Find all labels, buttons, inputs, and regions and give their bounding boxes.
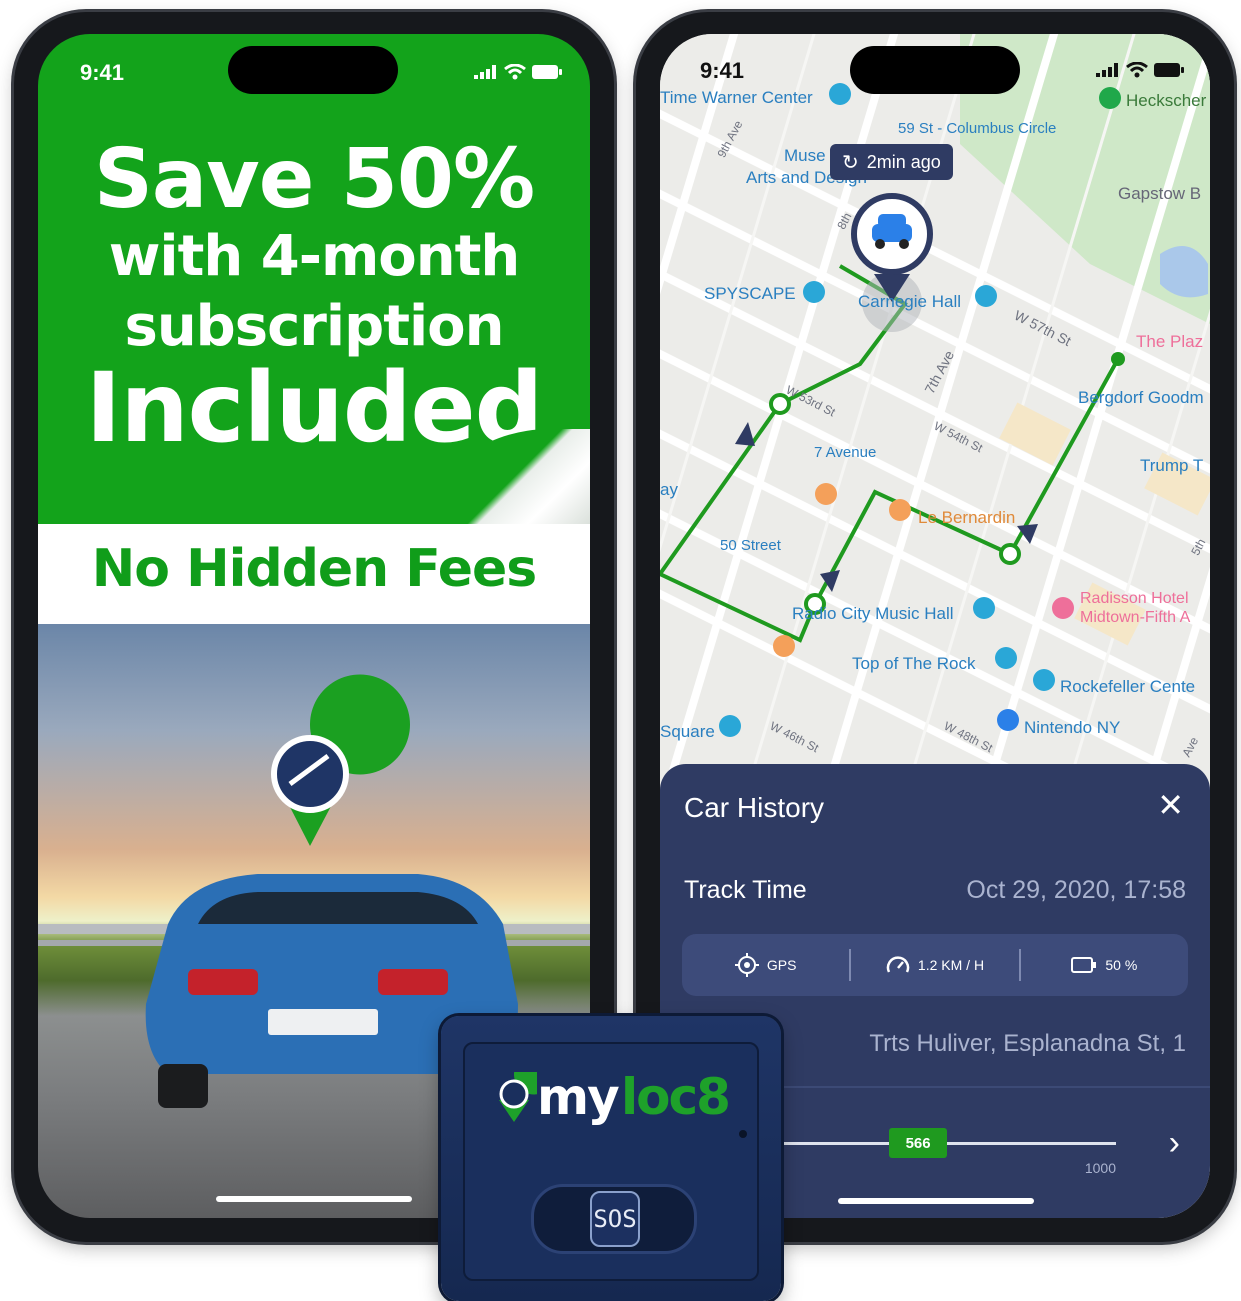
place-label[interactable]: Bergdorf Goodm (1078, 388, 1204, 408)
dynamic-island (228, 46, 398, 94)
place-label[interactable]: Nintendo NY (1024, 718, 1120, 738)
track-time-value: Oct 29, 2020, 17:58 (966, 876, 1186, 904)
cellular-signal-icon (474, 65, 496, 79)
speed-stat: 1.2 KM / H (851, 954, 1018, 976)
refresh-badge-label: 2min ago (866, 151, 941, 172)
brand-loc8: loc8 (621, 1068, 731, 1126)
battery-icon (532, 65, 562, 79)
refresh-icon: ↻ (842, 151, 859, 174)
battery-label: 50 % (1105, 957, 1138, 973)
status-time: 9:41 (700, 58, 745, 83)
brand-pin-icon (499, 1072, 537, 1122)
car-history-title: Car History (684, 792, 825, 823)
place-label[interactable]: Gapstow B (1118, 184, 1201, 204)
place-label[interactable]: Heckscher (1126, 91, 1206, 111)
promo-line-3: subscription (124, 294, 504, 359)
indicator-led (739, 1130, 747, 1138)
gps-stat: GPS (682, 953, 849, 977)
location-pin-icon (271, 674, 410, 846)
place-label[interactable]: Time Warner Center (660, 88, 813, 108)
stats-pill: GPS 1.2 KM / H 50 % (682, 934, 1188, 996)
track-time-label: Track Time (684, 876, 807, 904)
no-hidden-fees-banner: No Hidden Fees (91, 539, 537, 599)
brand-my: my (537, 1068, 620, 1126)
place-label[interactable]: 59 St - Columbus Circle (898, 120, 1056, 137)
battery-level-icon (1071, 957, 1097, 973)
sos-button-housing: SOS (531, 1184, 697, 1254)
battery-stat: 50 % (1021, 957, 1188, 973)
sos-button[interactable]: SOS (590, 1191, 640, 1247)
place-label[interactable]: Muse (784, 146, 826, 166)
gps-target-icon (734, 953, 759, 977)
address-value: Trts Huliver, Esplanadna St, 1 (869, 1030, 1186, 1057)
place-label[interactable]: Trump T (1140, 456, 1203, 476)
speed-label: 1.2 KM / H (917, 957, 985, 973)
dynamic-island (850, 46, 1020, 94)
gps-tracker-device: my loc8 SOS (441, 1016, 781, 1301)
close-icon[interactable]: ✕ (1157, 786, 1184, 824)
place-label[interactable]: 7 Avenue (814, 444, 876, 461)
speedometer-icon (886, 956, 910, 973)
place-label[interactable]: The Plaz (1136, 332, 1203, 352)
place-label[interactable]: 50 Street (720, 537, 781, 554)
status-icons (1096, 62, 1184, 78)
slider-thumb[interactable]: 566 (889, 1128, 948, 1158)
wifi-icon (504, 64, 526, 80)
place-label[interactable]: Top of The Rock (852, 654, 975, 674)
place-label[interactable]: SPYSCAPE (704, 284, 796, 304)
promo-line-1: Save 50% (93, 132, 535, 227)
home-indicator (838, 1198, 1034, 1204)
place-label[interactable]: ay (660, 480, 678, 500)
place-label[interactable]: Square (660, 722, 715, 742)
wifi-icon (1126, 62, 1148, 78)
place-label[interactable]: Carnegie Hall (858, 292, 961, 312)
place-label[interactable]: Radisson Hotel (1080, 590, 1189, 608)
status-time: 9:41 (80, 60, 125, 85)
battery-icon (1154, 63, 1184, 77)
place-label[interactable]: Le Bernardin (918, 508, 1015, 528)
chevron-right-icon[interactable]: › (1169, 1124, 1180, 1163)
place-label[interactable]: Rockefeller Cente (1060, 677, 1195, 697)
cellular-signal-icon (1096, 63, 1118, 77)
status-icons (474, 64, 562, 80)
refresh-badge[interactable]: ↻ 2min ago (830, 144, 953, 180)
place-label[interactable]: Radio City Music Hall (792, 604, 954, 624)
gps-label: GPS (766, 957, 797, 973)
place-label[interactable]: Midtown-Fifth A (1080, 609, 1190, 627)
slider-max-label: 1000 (1084, 1160, 1116, 1176)
promo-line-2: with 4-month (108, 224, 521, 289)
home-indicator (216, 1196, 412, 1202)
